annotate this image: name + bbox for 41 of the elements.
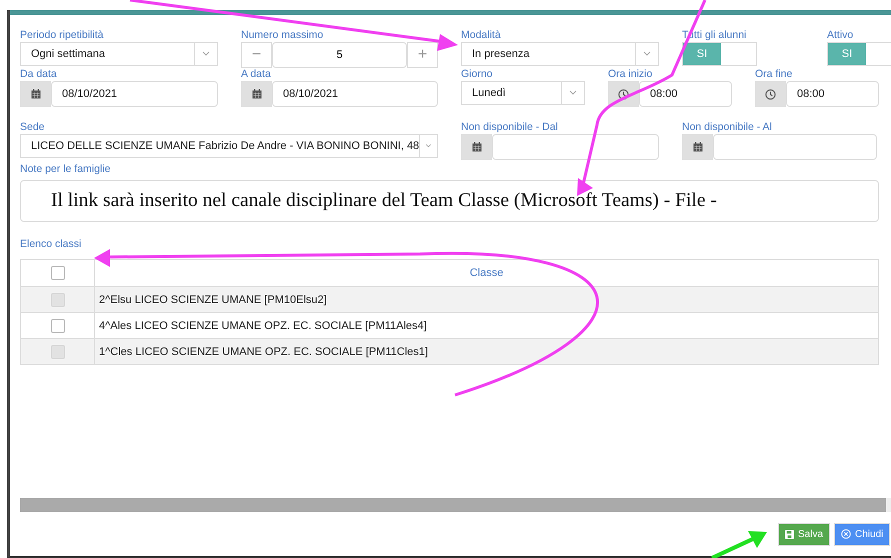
clock-icon [765, 88, 776, 100]
field-label: Non disponibile - Al [682, 121, 773, 134]
date-field[interactable] [713, 134, 877, 160]
calendar-icon [692, 142, 702, 152]
field-label: Ora fine [755, 68, 794, 81]
table-cell: 2^Elsu LICEO SCIENZE UMANE [PM10Elsu2] [94, 286, 878, 312]
field-label: Attivo [827, 29, 854, 42]
date-field[interactable] [492, 134, 659, 160]
field-label: Note per le famiglie [20, 163, 112, 176]
period-select[interactable]: Ogni settimana [20, 42, 218, 66]
field-label: Giorno [461, 68, 494, 81]
calendar-icon [252, 89, 262, 99]
date-field[interactable]: 08/10/2021 [51, 81, 218, 107]
calendar-icon [472, 142, 482, 152]
time-field[interactable]: 08:00 [639, 81, 732, 107]
time-field[interactable]: 08:00 [786, 81, 879, 107]
calendar-icon [30, 89, 40, 99]
section-title: Elenco classi [20, 238, 82, 251]
table-cell: 1^Cles LICEO SCIENZE UMANE OPZ. EC. SOCIALE [PM11Cles1] [94, 338, 878, 364]
checkbox[interactable] [50, 266, 64, 280]
field-label: Numero massimo [241, 29, 324, 42]
field-label: Ora inizio [608, 68, 654, 81]
day-select[interactable]: Lunedì [461, 81, 585, 105]
clock-icon [618, 88, 629, 100]
field-label: Modalità [461, 29, 502, 42]
table-cell: 4^Ales LICEO SCIENZE UMANE OPZ. EC. SOCIALE [PM11Ales4] [94, 312, 878, 338]
date-field[interactable]: 08/10/2021 [272, 81, 438, 107]
notes-field[interactable]: Il link sarà inserito nel canale disciplinare del Team Classe (Microsoft Teams) - File - [20, 180, 879, 222]
scrollbar-thumb[interactable] [20, 498, 886, 512]
close-icon [841, 529, 852, 539]
checkbox[interactable] [50, 318, 64, 332]
field-label: Sede [20, 121, 46, 134]
column-header: Classe [94, 260, 878, 286]
field-label: Non disponibile - Dal [461, 121, 559, 134]
field-label: Da data [20, 68, 58, 81]
number-field[interactable]: 5 [272, 42, 407, 68]
field-label: Periodo ripetibilità [20, 29, 104, 42]
annotation-arrow [711, 531, 767, 558]
location-select[interactable]: LICEO DELLE SCIENZE UMANE Fabrizio De Andre - VIA BONINO BONINI, 48 [20, 134, 438, 158]
field-label: A data [241, 68, 272, 81]
mode-select[interactable]: In presenza [461, 42, 659, 66]
